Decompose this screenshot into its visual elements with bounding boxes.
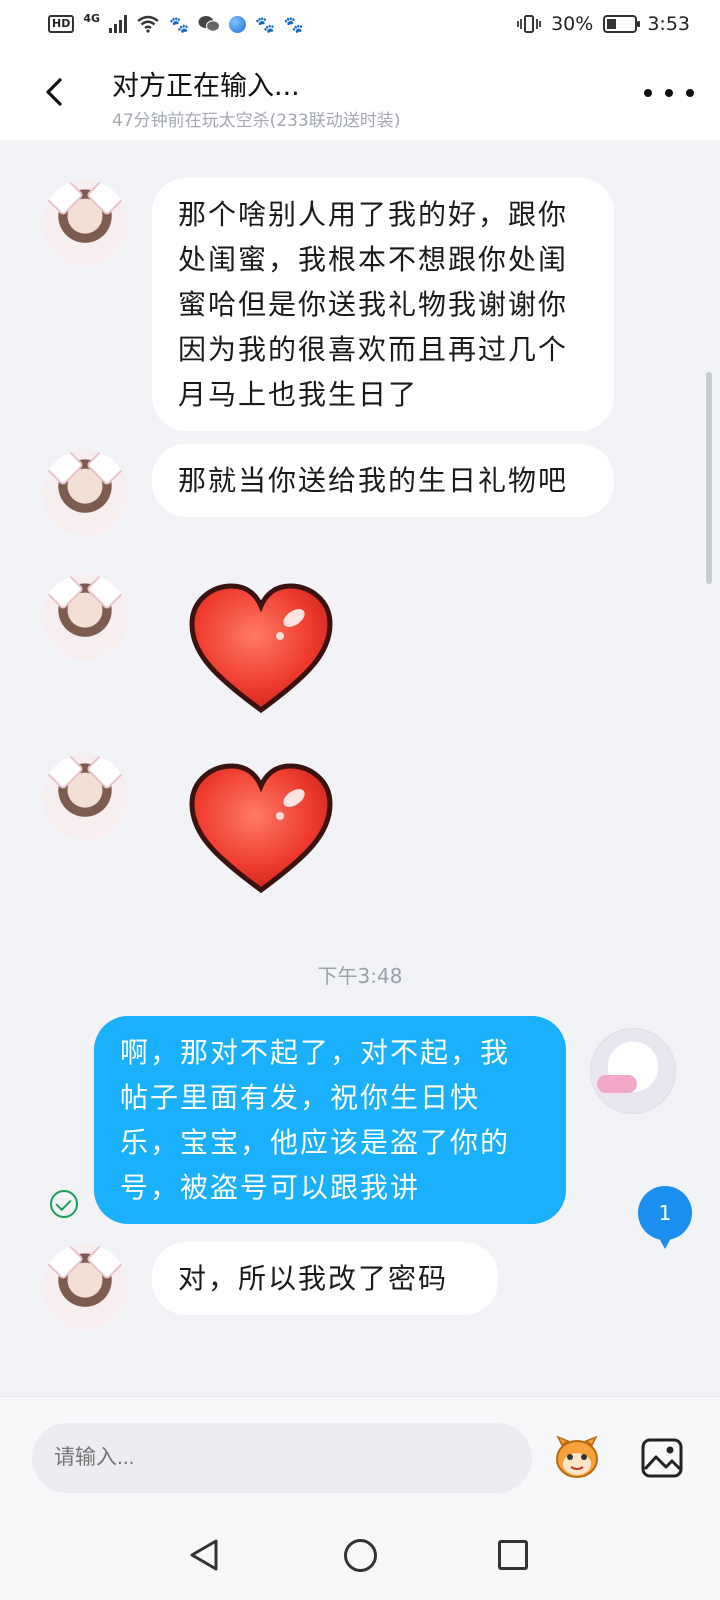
- nav-home-icon[interactable]: [344, 1539, 377, 1572]
- battery-icon: [603, 15, 641, 33]
- my-avatar[interactable]: [590, 1028, 676, 1114]
- message-line: 帖子里面有发，祝你生日快: [120, 1081, 481, 1114]
- message-bubble[interactable]: 对，所以我改了密码: [152, 1242, 498, 1315]
- scrollbar[interactable]: [706, 372, 712, 584]
- nav-back-icon[interactable]: [186, 1536, 224, 1574]
- chat-subtitle: 47分钟前在玩太空杀(233联动送时装): [112, 111, 401, 131]
- message-list[interactable]: 那个啥别人用了我的好，跟你 处闺蜜，我根本不想跟你处闺 蜜哈但是你送我礼物我谢谢…: [0, 140, 720, 1396]
- battery-percent: 30%: [551, 13, 594, 35]
- message-line: 乐，宝宝，他应该是盗了你的: [120, 1126, 511, 1159]
- baidu-paw-icon-2: 🐾: [254, 14, 275, 34]
- message-line: 对，所以我改了密码: [178, 1262, 449, 1295]
- message-timestamp: 下午3:48: [317, 964, 403, 988]
- nav-recents-icon[interactable]: [498, 1540, 528, 1570]
- my-message-bubble[interactable]: 啊，那对不起了，对不起，我 帖子里面有发，祝你生日快 乐，宝宝，他应该是盗了你的…: [94, 1016, 566, 1224]
- input-bar: [0, 1396, 720, 1516]
- contact-avatar[interactable]: [42, 754, 128, 840]
- message-line: 号，被盗号可以跟我讲: [120, 1171, 421, 1204]
- browser-icon: [228, 15, 246, 33]
- network-type: 4G: [83, 12, 101, 25]
- message-line: 那个啥别人用了我的好，跟你: [178, 198, 569, 231]
- wechat-icon: [198, 16, 220, 32]
- image-picker-icon[interactable]: [640, 1437, 684, 1479]
- chat-title: 对方正在输入...: [112, 71, 300, 102]
- message-line: 处闺蜜，我根本不想跟你处闺: [178, 243, 569, 276]
- status-bar: HD 4G 🐾 🐾 🐾 30% 3:53: [0, 0, 720, 48]
- baidu-paw-icon-3: 🐾: [283, 14, 304, 34]
- message-bubble[interactable]: 那就当你送给我的生日礼物吧: [152, 444, 614, 517]
- message-line: 蜜哈但是你送我礼物我谢谢你: [178, 288, 569, 321]
- message-input[interactable]: [32, 1423, 532, 1493]
- chat-header: 对方正在输入... 47分钟前在玩太空杀(233联动送时装): [0, 48, 720, 140]
- system-nav-bar: [0, 1516, 720, 1600]
- back-arrow-icon[interactable]: [34, 70, 78, 114]
- contact-avatar[interactable]: [42, 450, 128, 536]
- more-options-icon[interactable]: [644, 78, 694, 108]
- contact-avatar[interactable]: [42, 1244, 128, 1330]
- status-left: HD 4G 🐾 🐾 🐾: [48, 12, 304, 34]
- message-line: 啊，那对不起了，对不起，我: [120, 1036, 511, 1069]
- baidu-paw-icon: 🐾: [169, 14, 189, 34]
- read-check-icon: [50, 1190, 78, 1218]
- emoji-mascot-icon[interactable]: [554, 1435, 600, 1479]
- status-right: 30% 3:53: [517, 13, 690, 35]
- contact-avatar[interactable]: [42, 180, 128, 266]
- clock: 3:53: [647, 13, 690, 35]
- message-line: 那就当你送给我的生日礼物吧: [178, 464, 569, 497]
- wifi-icon: [137, 15, 159, 33]
- signal-icon: [109, 15, 128, 33]
- hd-icon: HD: [48, 15, 75, 33]
- message-line: 月马上也我生日了: [178, 378, 419, 411]
- contact-avatar[interactable]: [42, 574, 128, 660]
- vibrate-icon: [517, 15, 541, 33]
- unread-count-badge[interactable]: 1: [638, 1186, 692, 1249]
- heart-sticker-icon[interactable]: [186, 582, 336, 722]
- message-bubble[interactable]: 那个啥别人用了我的好，跟你 处闺蜜，我根本不想跟你处闺 蜜哈但是你送我礼物我谢谢…: [152, 178, 614, 431]
- message-line: 因为我的很喜欢而且再过几个: [178, 333, 569, 366]
- heart-sticker-icon[interactable]: [186, 762, 336, 902]
